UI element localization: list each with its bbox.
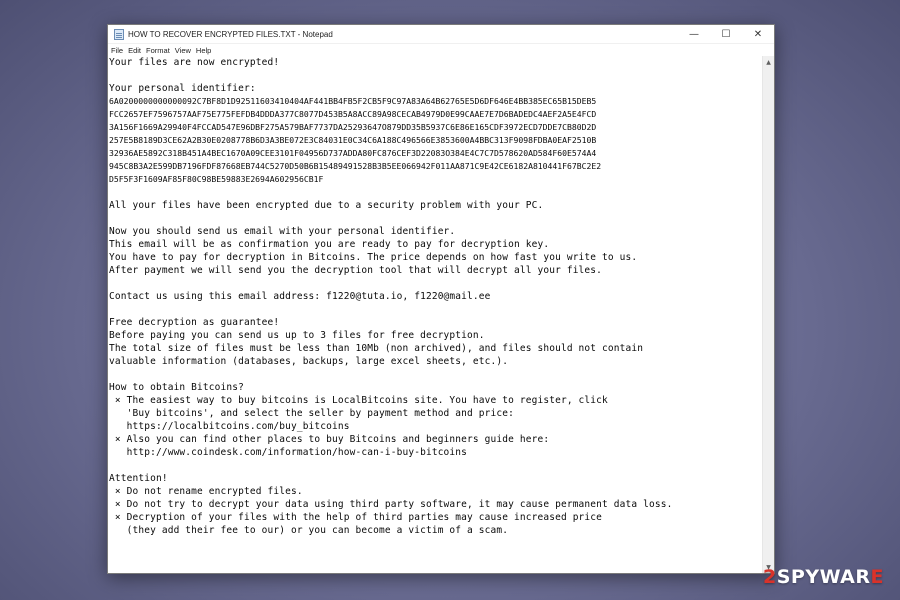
identifier-line: 945C8B3A2E599DB7196FDF87668EB744C5270D50…: [109, 161, 602, 171]
scroll-up-arrow-icon[interactable]: ▲: [763, 56, 774, 68]
text-line: Free decryption as guarantee!: [109, 317, 280, 328]
identifier-line: 257E5B8189D3CE62A2B30E0208778B6D3A3BE072…: [109, 135, 597, 145]
text-line: Your personal identifier:: [109, 83, 256, 94]
notepad-icon: [114, 28, 124, 40]
close-button[interactable]: ✕: [742, 25, 774, 43]
identifier-line: FCC2657EF7596757AAF75E775FEFDB4DDDA377C8…: [109, 109, 597, 119]
text-line: (they add their fee to our) or you can b…: [109, 525, 509, 536]
text-line: [109, 368, 762, 381]
text-line: [109, 186, 762, 199]
text-line: The total size of files must be less tha…: [109, 343, 644, 354]
text-line: After payment we will send you the decry…: [109, 265, 603, 276]
vertical-scrollbar[interactable]: ▲ ▼: [762, 56, 774, 573]
text-line: Attention!: [109, 473, 168, 484]
text-line: 'Buy bitcoins', and select the seller by…: [109, 408, 514, 419]
text-line: valuable information (databases, backups…: [109, 356, 509, 367]
identifier-line: 32936AE5892C318B451A4BEC1670A09CEE3101F0…: [109, 148, 597, 158]
identifier-line: 6A0200000000000092C7BF8D1D92511603410404…: [109, 96, 597, 106]
menu-format[interactable]: Format: [146, 46, 170, 55]
menu-file[interactable]: File: [111, 46, 123, 55]
menu-help[interactable]: Help: [196, 46, 211, 55]
text-line: All your files have been encrypted due t…: [109, 200, 544, 211]
text-line: [109, 459, 762, 472]
title-bar[interactable]: HOW TO RECOVER ENCRYPTED FILES.TXT - Not…: [108, 25, 774, 44]
watermark-logo: 2SPYWARE: [762, 566, 884, 588]
minimize-button[interactable]: —: [678, 25, 710, 43]
window-title: HOW TO RECOVER ENCRYPTED FILES.TXT - Not…: [128, 29, 333, 39]
text-line: How to obtain Bitcoins?: [109, 382, 244, 393]
text-line: Your files are now encrypted!: [109, 57, 280, 68]
text-line: [109, 69, 762, 82]
text-line: × Do not rename encrypted files.: [109, 486, 303, 497]
identifier-line: 3A156F1669A29940F4FCCAD547E96DBF275A579B…: [109, 122, 597, 132]
text-line: [109, 303, 762, 316]
text-line: [109, 212, 762, 225]
url-line: https://localbitcoins.com/buy_bitcoins: [109, 421, 350, 432]
window-controls: — ☐ ✕: [678, 25, 774, 43]
text-line: × Do not try to decrypt your data using …: [109, 499, 673, 510]
text-line: × Also you can find other places to buy …: [109, 434, 550, 445]
text-line: This email will be as confirmation you a…: [109, 239, 550, 250]
text-editor-area[interactable]: Your files are now encrypted! Your perso…: [108, 56, 762, 573]
text-line: [109, 277, 762, 290]
text-line: Before paying you can send us up to 3 fi…: [109, 330, 485, 341]
menu-view[interactable]: View: [175, 46, 191, 55]
url-line: http://www.coindesk.com/information/how-…: [109, 447, 468, 458]
text-line: × The easiest way to buy bitcoins is Loc…: [109, 395, 608, 406]
text-line: × Decryption of your files with the help…: [109, 512, 603, 523]
contact-email-line: Contact us using this email address: f12…: [109, 291, 491, 302]
text-line: Now you should send us email with your p…: [109, 226, 456, 237]
identifier-line: D5F5F3F1609AF85F80C98BE59883E2694A602956…: [109, 174, 324, 184]
notepad-window: HOW TO RECOVER ENCRYPTED FILES.TXT - Not…: [107, 24, 775, 574]
text-line: You have to pay for decryption in Bitcoi…: [109, 252, 638, 263]
maximize-button[interactable]: ☐: [710, 25, 742, 43]
menu-edit[interactable]: Edit: [128, 46, 141, 55]
